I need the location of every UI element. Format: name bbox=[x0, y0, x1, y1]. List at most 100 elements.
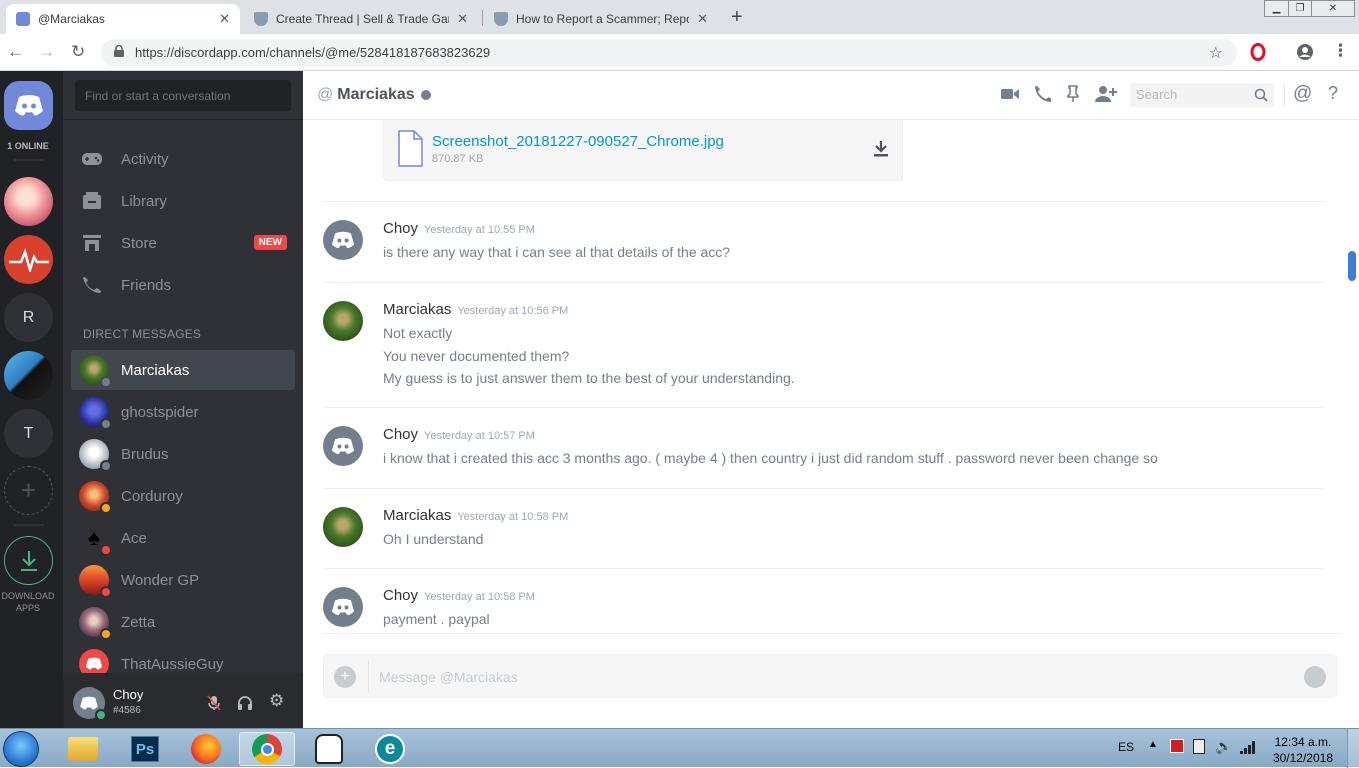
message-author[interactable]: Choy bbox=[383, 587, 418, 604]
server-letter: R bbox=[22, 308, 35, 326]
dm-item-ace[interactable]: ♠ Ace bbox=[71, 518, 295, 558]
message-text: payment . paypal bbox=[383, 611, 490, 627]
download-icon[interactable] bbox=[874, 140, 888, 157]
close-tab-icon[interactable]: ✕ bbox=[457, 11, 468, 27]
browser-tab[interactable]: Create Thread | Sell & Trade Gam ✕ bbox=[244, 4, 478, 34]
message-avatar[interactable] bbox=[323, 220, 363, 260]
minimize-window-button[interactable]: ▁ bbox=[1264, 0, 1289, 17]
message-avatar[interactable] bbox=[323, 587, 363, 627]
windows-taskbar: Ps e ES ▲ 🔈 12:34 a.m. 30/12/2018 bbox=[0, 728, 1359, 768]
voice-call-icon[interactable] bbox=[1033, 85, 1051, 103]
show-hidden-icons-icon[interactable]: ▲ bbox=[1148, 739, 1158, 750]
browser-menu-icon[interactable]: ⋮ bbox=[1332, 41, 1349, 61]
settings-gear-icon[interactable]: ⚙ bbox=[269, 691, 284, 711]
scrollbar-thumb[interactable] bbox=[1348, 251, 1356, 281]
avatar: ♠ bbox=[79, 523, 112, 556]
status-idle-indicator bbox=[100, 628, 112, 640]
dm-item-marciakas[interactable]: Marciakas bbox=[71, 350, 295, 390]
dm-item-ghostspider[interactable]: ghostspider bbox=[71, 392, 295, 432]
dm-item-wondergp[interactable]: Wonder GP bbox=[71, 560, 295, 600]
signal-icon[interactable] bbox=[1240, 741, 1258, 754]
add-friend-icon[interactable] bbox=[1095, 85, 1117, 103]
emoji-picker-icon[interactable] bbox=[1304, 666, 1326, 688]
taskbar-app-icon[interactable] bbox=[301, 732, 357, 766]
message-avatar[interactable] bbox=[323, 507, 363, 547]
nav-library[interactable]: Library bbox=[79, 183, 295, 219]
server-r[interactable]: R bbox=[4, 293, 53, 342]
new-badge: NEW bbox=[253, 235, 287, 250]
bookmark-star-icon[interactable]: ☆ bbox=[1209, 43, 1223, 63]
dm-item-zetta[interactable]: Zetta bbox=[71, 602, 295, 642]
forward-button[interactable]: → bbox=[38, 42, 55, 62]
user-avatar[interactable] bbox=[73, 687, 107, 721]
attachment-filename[interactable]: Screenshot_20181227-090527_Chrome.jpg bbox=[432, 133, 724, 150]
restore-window-button[interactable]: ❐ bbox=[1288, 0, 1312, 17]
mute-microphone-icon[interactable] bbox=[207, 695, 221, 711]
home-button[interactable] bbox=[4, 81, 53, 130]
back-button[interactable]: ← bbox=[7, 42, 24, 62]
browser-tab-bar: @Marciakas ✕ Create Thread | Sell & Trad… bbox=[0, 0, 1359, 34]
upload-plus-icon[interactable]: + bbox=[334, 666, 356, 688]
nav-store[interactable]: Store NEW bbox=[79, 225, 295, 261]
chat-title-text: Marciakas bbox=[337, 86, 415, 103]
volume-icon[interactable]: 🔈 bbox=[1215, 738, 1232, 755]
status-dnd-indicator bbox=[100, 544, 112, 556]
profile-icon[interactable] bbox=[1296, 43, 1314, 61]
library-icon bbox=[79, 190, 105, 212]
system-clock[interactable]: 12:34 a.m. 30/12/2018 bbox=[1273, 734, 1333, 766]
username: Choy bbox=[113, 687, 144, 702]
headphones-icon[interactable] bbox=[237, 695, 253, 711]
taskbar-explorer-icon[interactable] bbox=[55, 732, 111, 766]
message-group: Marciakas Yesterday at 10:58 PM Oh I unde… bbox=[323, 507, 1323, 557]
language-indicator[interactable]: ES bbox=[1118, 740, 1134, 754]
tab-title: How to Report a Scammer; Repo bbox=[516, 12, 690, 26]
opera-extension-icon[interactable] bbox=[1250, 43, 1266, 61]
server-t[interactable]: T bbox=[4, 409, 53, 458]
browser-tab[interactable]: How to Report a Scammer; Repo ✕ bbox=[484, 4, 718, 34]
add-server-button[interactable]: + bbox=[4, 466, 53, 515]
message-author[interactable]: Choy bbox=[383, 220, 418, 237]
reload-button[interactable]: ↻ bbox=[71, 42, 85, 62]
pin-icon[interactable] bbox=[1066, 85, 1080, 103]
message-composer[interactable]: + Message @Marciakas bbox=[323, 654, 1337, 698]
browser-tab-active[interactable]: @Marciakas ✕ bbox=[6, 4, 240, 34]
url-text: https://discordapp.com/channels/@me/5284… bbox=[135, 45, 491, 60]
message-author[interactable]: Marciakas bbox=[383, 507, 451, 524]
server-gun[interactable] bbox=[4, 351, 53, 400]
dm-item-corduroy[interactable]: Corduroy bbox=[71, 476, 295, 516]
search-input[interactable]: Search bbox=[1130, 83, 1274, 107]
server-heartbeat[interactable] bbox=[4, 235, 53, 284]
search-icon bbox=[1254, 88, 1268, 102]
message-avatar[interactable] bbox=[323, 301, 363, 341]
nav-friends[interactable]: Friends bbox=[79, 267, 295, 303]
taskbar-eset-icon[interactable]: e bbox=[362, 732, 418, 766]
network-error-icon[interactable] bbox=[1170, 739, 1184, 753]
dm-name: Marciakas bbox=[121, 361, 190, 379]
close-tab-icon[interactable]: ✕ bbox=[697, 11, 708, 27]
status-dnd-indicator bbox=[100, 586, 112, 598]
close-window-button[interactable]: ✕ bbox=[1311, 0, 1355, 17]
omnibox[interactable]: https://discordapp.com/channels/@me/5284… bbox=[101, 39, 1237, 66]
message-avatar[interactable] bbox=[323, 426, 363, 466]
discord-logo-icon bbox=[331, 231, 355, 248]
find-conversation-input[interactable]: Find or start a conversation bbox=[75, 80, 291, 111]
close-tab-icon[interactable]: ✕ bbox=[219, 11, 230, 27]
taskbar-firefox-icon[interactable] bbox=[178, 732, 234, 766]
video-call-icon[interactable] bbox=[1000, 86, 1020, 102]
start-button[interactable] bbox=[3, 731, 39, 767]
help-icon[interactable]: ? bbox=[1328, 83, 1338, 104]
discord-logo-icon bbox=[80, 696, 98, 709]
device-icon[interactable] bbox=[1193, 739, 1205, 754]
taskbar-photoshop-icon[interactable]: Ps bbox=[117, 732, 173, 766]
new-tab-button[interactable]: + bbox=[731, 6, 743, 29]
mentions-icon[interactable]: @ bbox=[1293, 83, 1312, 105]
nav-activity[interactable]: Activity bbox=[79, 141, 295, 177]
status-idle-indicator bbox=[100, 502, 112, 514]
dm-item-brudus[interactable]: Brudus bbox=[71, 434, 295, 474]
download-apps-button[interactable] bbox=[4, 536, 53, 585]
message-author[interactable]: Marciakas bbox=[383, 301, 451, 318]
server-anime-avatar[interactable] bbox=[4, 177, 53, 226]
show-desktop-button[interactable] bbox=[1347, 729, 1359, 768]
message-author[interactable]: Choy bbox=[383, 426, 418, 443]
taskbar-chrome-icon[interactable] bbox=[239, 732, 295, 766]
